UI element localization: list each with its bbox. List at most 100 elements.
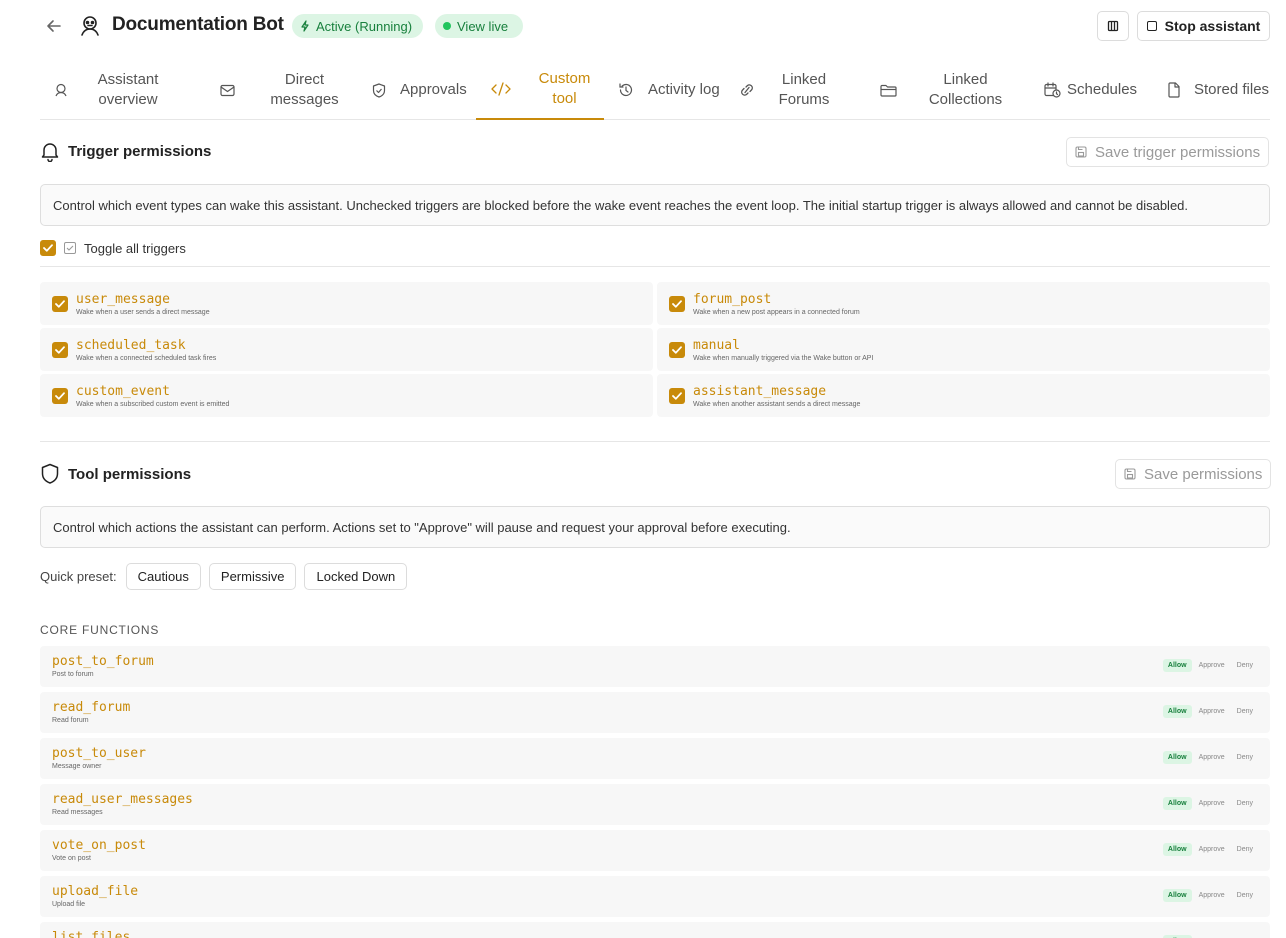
stop-assistant-button[interactable]: Stop assistant: [1137, 11, 1270, 41]
trigger-checkbox[interactable]: [669, 341, 685, 358]
tab-label: Linked Collections: [928, 71, 1003, 108]
trigger-checkbox[interactable]: [669, 295, 685, 312]
tab-linked-collections[interactable]: Linked Collections: [880, 60, 1020, 120]
tab-custom-tool[interactable]: Custom tool: [476, 60, 604, 120]
trigger-name: forum_post: [693, 291, 772, 307]
toggle-all-label: Toggle all triggers: [84, 241, 186, 256]
allow-option[interactable]: Allow: [1162, 889, 1192, 902]
function-desc: Read messages: [52, 809, 103, 816]
function-name: vote_on_post: [52, 838, 146, 853]
save-permissions-button[interactable]: Save permissions: [1115, 459, 1272, 489]
trigger-name: scheduled_task: [76, 337, 186, 353]
trigger-row-user-message[interactable]: user_message Wake when a user sends a dir…: [40, 282, 653, 325]
trigger-checkbox[interactable]: [52, 387, 68, 404]
code-icon: [491, 82, 511, 96]
function-name: post_to_forum: [52, 654, 154, 669]
allow-option[interactable]: Allow: [1162, 797, 1192, 810]
preset-locked-down-button[interactable]: Locked Down: [304, 563, 408, 590]
trigger-row-forum-post[interactable]: forum_post Wake when a new post appears i…: [657, 282, 1270, 325]
approve-option[interactable]: Approve: [1194, 751, 1230, 764]
tab-label: Assistant overview: [97, 71, 159, 108]
allow-option[interactable]: Allow: [1162, 659, 1192, 672]
history-icon: [619, 83, 633, 97]
permission-selector: AllowApproveDeny: [1162, 659, 1258, 672]
trigger-permissions-title: Trigger permissions: [68, 143, 212, 160]
tab-bar: Assistant overview Direct messages Appro…: [40, 60, 1270, 120]
check-icon: [672, 391, 682, 400]
tab-linked-forums[interactable]: Linked Forums: [738, 60, 838, 120]
view-live-button[interactable]: View live: [435, 14, 523, 38]
tab-label: Direct messages: [270, 71, 339, 108]
trigger-desc: Wake when a subscribed custom event is e…: [76, 400, 230, 408]
tab-direct-messages[interactable]: Direct messages: [220, 60, 360, 120]
tab-label: Approvals: [400, 81, 467, 98]
bot-icon: [55, 83, 67, 97]
deny-option[interactable]: Deny: [1232, 797, 1258, 810]
view-live-label: View live: [457, 18, 509, 34]
section-divider: [40, 441, 1270, 442]
permission-selector: AllowApproveDeny: [1162, 889, 1258, 902]
permission-selector: AllowApproveDeny: [1162, 843, 1258, 856]
link-icon: [741, 84, 753, 96]
trigger-checkbox[interactable]: [52, 341, 68, 358]
function-row-vote-on-post: vote_on_post Vote on post Allow Approve De…: [40, 830, 1270, 871]
shield-check-icon: [372, 82, 386, 98]
function-desc: Post to forum: [52, 671, 94, 678]
tab-stored-files[interactable]: Stored files: [1168, 60, 1270, 120]
shield-icon: [41, 463, 59, 484]
trigger-checkbox[interactable]: [669, 387, 685, 404]
tab-activity-log[interactable]: Activity log: [618, 60, 728, 120]
deny-option[interactable]: Deny: [1232, 659, 1258, 672]
deny-option[interactable]: Deny: [1232, 705, 1258, 718]
back-arrow-icon[interactable]: [44, 16, 64, 36]
trigger-row-manual[interactable]: manual Wake when manually triggered via t…: [657, 328, 1270, 371]
columns-icon: [1107, 20, 1119, 32]
stop-assistant-label: Stop assistant: [1164, 18, 1261, 34]
tab-schedules[interactable]: Schedules: [1044, 60, 1154, 120]
save-icon: [1124, 468, 1136, 480]
check-icon: [672, 299, 682, 308]
check-icon: [55, 345, 65, 354]
permission-selector: AllowApproveDeny: [1162, 797, 1258, 810]
permission-selector: AllowApproveDeny: [1162, 751, 1258, 764]
save-trigger-permissions-label: Save trigger permissions: [1095, 143, 1261, 161]
deny-option[interactable]: Deny: [1232, 751, 1258, 764]
trigger-name: manual: [693, 337, 740, 353]
approve-option[interactable]: Approve: [1194, 889, 1230, 902]
deny-option[interactable]: Deny: [1232, 889, 1258, 902]
approve-option[interactable]: Approve: [1194, 705, 1230, 718]
tab-assistant-overview[interactable]: Assistant overview: [54, 60, 174, 120]
function-name: upload_file: [52, 884, 139, 899]
allow-option[interactable]: Allow: [1162, 705, 1192, 718]
panel-toggle-button[interactable]: [1097, 11, 1129, 41]
allow-option[interactable]: Allow: [1162, 843, 1192, 856]
approve-option[interactable]: Approve: [1194, 797, 1230, 810]
function-row-list-files: list_files AllowApproveDeny: [40, 922, 1270, 938]
tab-label: Stored files: [1194, 81, 1270, 98]
approve-option[interactable]: Approve: [1194, 843, 1230, 856]
function-desc: Upload file: [52, 901, 86, 908]
quick-preset-row: Quick preset: Cautious Permissive Locked…: [40, 563, 408, 590]
function-name: post_to_user: [52, 746, 146, 761]
preset-cautious-button[interactable]: Cautious: [125, 563, 201, 590]
bot-icon: [81, 16, 99, 36]
trigger-desc: Wake when a new post appears in a connec…: [693, 308, 860, 316]
preset-permissive-button[interactable]: Permissive: [208, 563, 297, 590]
trigger-row-assistant-message[interactable]: assistant_message Wake when another assis…: [657, 374, 1270, 417]
trigger-row-scheduled-task[interactable]: scheduled_task Wake when a connected sche…: [40, 328, 653, 371]
calendar-clock-icon: [1044, 82, 1061, 98]
check-icon: [43, 244, 53, 252]
deny-option[interactable]: Deny: [1232, 843, 1258, 856]
tab-label: Schedules: [1067, 81, 1138, 98]
trigger-row-custom-event[interactable]: custom_event Wake when a subscribed custo…: [40, 374, 653, 417]
tab-label: Custom tool: [538, 70, 591, 107]
trigger-name: assistant_message: [693, 383, 827, 399]
allow-option[interactable]: Allow: [1162, 751, 1192, 764]
approve-option[interactable]: Approve: [1194, 659, 1230, 672]
toggle-all-checkbox[interactable]: [40, 240, 56, 256]
function-name: read_forum: [52, 700, 131, 715]
trigger-checkbox[interactable]: [52, 295, 68, 312]
save-trigger-permissions-button[interactable]: Save trigger permissions: [1066, 137, 1270, 167]
check-icon: [55, 299, 65, 308]
trigger-name: custom_event: [76, 383, 170, 399]
